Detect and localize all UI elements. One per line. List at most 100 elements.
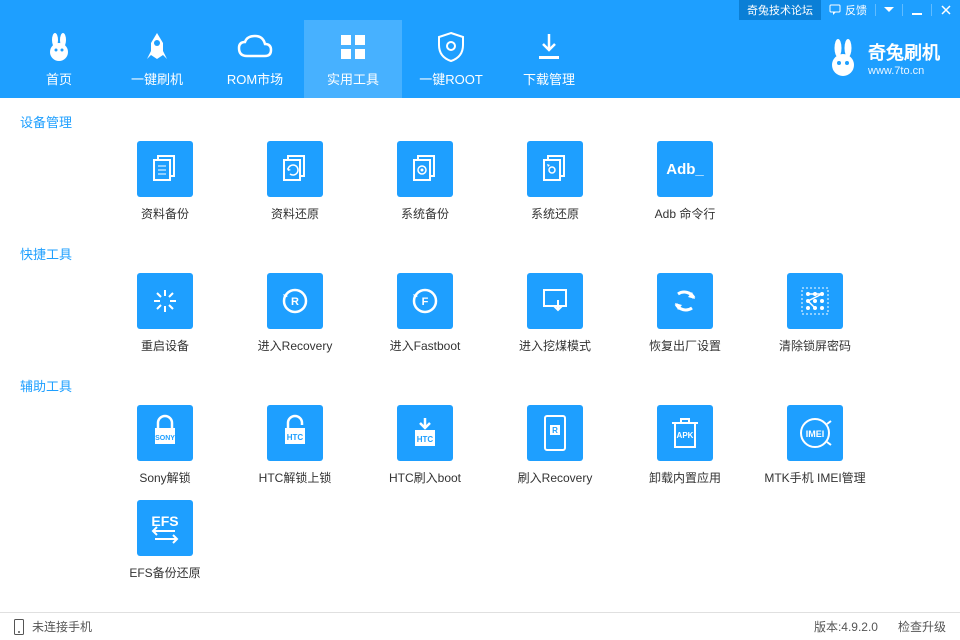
nav-label: 下载管理 (523, 69, 575, 88)
svg-text:HTC: HTC (287, 433, 304, 442)
download-icon (535, 31, 563, 63)
nav-home[interactable]: 首页 (10, 20, 108, 98)
svg-text:EFS: EFS (151, 513, 178, 529)
tool-htc-unlock[interactable]: HTC HTC解锁上锁 (230, 405, 360, 486)
monitor-down-icon (527, 273, 583, 329)
tool-label: EFS备份还原 (129, 564, 200, 581)
tool-label: 系统备份 (401, 205, 449, 222)
gear-restore-icon (527, 141, 583, 197)
feedback-label: 反馈 (845, 2, 867, 18)
documents-icon (137, 141, 193, 197)
tool-label: 清除锁屏密码 (779, 337, 851, 354)
svg-text:R: R (552, 426, 558, 435)
grid-icon (339, 31, 367, 63)
tool-label: 恢复出厂设置 (649, 337, 721, 354)
section-title: 辅助工具 (20, 376, 940, 395)
brand-rabbit-icon (826, 38, 860, 78)
tool-label: 系统还原 (531, 205, 579, 222)
cycle-icon (657, 273, 713, 329)
nav-label: 首页 (46, 69, 72, 88)
tool-label: HTC解锁上锁 (259, 469, 332, 486)
tool-label: 进入Recovery (258, 337, 333, 354)
tool-htc-boot[interactable]: HTC HTC刷入boot (360, 405, 490, 486)
section-aux: 辅助工具 SONY Sony解锁 HTC HTC解锁上锁 HTC HTC刷入bo… (20, 376, 940, 595)
dropdown-button[interactable] (876, 0, 902, 20)
svg-text:F: F (422, 296, 429, 308)
tool-system-restore[interactable]: 系统还原 (490, 141, 620, 222)
tool-clear-lock[interactable]: 清除锁屏密码 (750, 273, 880, 354)
tool-factory-reset[interactable]: 恢复出厂设置 (620, 273, 750, 354)
version-label: 版本:4.9.2.0 (814, 618, 878, 635)
brand-url: www.7to.cn (868, 65, 924, 77)
nav-tools[interactable]: 实用工具 (304, 20, 402, 98)
svg-text:APK: APK (677, 431, 694, 440)
statusbar: 未连接手机 版本:4.9.2.0 检查升级 (0, 612, 960, 640)
tool-fastboot[interactable]: F 进入Fastboot (360, 273, 490, 354)
tool-system-backup[interactable]: 系统备份 (360, 141, 490, 222)
tool-data-restore[interactable]: 资料还原 (230, 141, 360, 222)
minimize-icon (911, 4, 923, 16)
tool-label: 卸载内置应用 (649, 469, 721, 486)
tool-label: 进入挖煤模式 (519, 337, 591, 354)
tool-uninstall-apps[interactable]: APK 卸载内置应用 (620, 405, 750, 486)
nav-download[interactable]: 下载管理 (500, 20, 598, 98)
tool-efs[interactable]: EFS EFS备份还原 (100, 500, 230, 581)
cloud-icon (237, 31, 273, 63)
phone-r-icon: R (527, 405, 583, 461)
content: 设备管理 资料备份 资料还原 系统备份 系统还原 Adb_ Adb 命令行 (0, 98, 960, 612)
tool-sony-unlock[interactable]: SONY Sony解锁 (100, 405, 230, 486)
feedback-icon (829, 4, 841, 16)
nav-label: ROM市场 (227, 69, 283, 88)
htc-lock-icon: HTC (267, 405, 323, 461)
efs-icon: EFS (137, 500, 193, 556)
section-title: 设备管理 (20, 112, 940, 131)
tool-data-backup[interactable]: 资料备份 (100, 141, 230, 222)
imei-icon: IMEI (787, 405, 843, 461)
documents-restore-icon (267, 141, 323, 197)
rocket-icon (143, 31, 171, 63)
svg-text:HTC: HTC (417, 435, 434, 444)
nav-rom[interactable]: ROM市场 (206, 20, 304, 98)
svg-text:IMEI: IMEI (806, 429, 825, 439)
htc-flash-icon: HTC (397, 405, 453, 461)
tool-coal-mode[interactable]: 进入挖煤模式 (490, 273, 620, 354)
tool-label: 资料备份 (141, 205, 189, 222)
tool-adb[interactable]: Adb_ Adb 命令行 (620, 141, 750, 222)
svg-text:R: R (291, 296, 299, 308)
tool-reboot[interactable]: 重启设备 (100, 273, 230, 354)
section-title: 快捷工具 (20, 244, 940, 263)
trash-apk-icon: APK (657, 405, 713, 461)
shield-icon (437, 31, 465, 63)
connection-status: 未连接手机 (32, 618, 92, 635)
forum-button[interactable]: 奇兔技术论坛 (739, 0, 821, 20)
tool-imei[interactable]: IMEI MTK手机 IMEI管理 (750, 405, 880, 486)
nav-flash[interactable]: 一键刷机 (108, 20, 206, 98)
phone-icon (14, 619, 24, 635)
nav-label: 一键刷机 (131, 69, 183, 88)
burst-icon (137, 273, 193, 329)
tool-recovery[interactable]: R 进入Recovery (230, 273, 360, 354)
chevron-down-icon (884, 7, 894, 13)
tool-label: 进入Fastboot (390, 337, 461, 354)
check-update-button[interactable]: 检查升级 (898, 618, 946, 635)
tool-flash-recovery[interactable]: R 刷入Recovery (490, 405, 620, 486)
brand-title: 奇兔刷机 (868, 39, 940, 65)
tool-label: Sony解锁 (139, 469, 190, 486)
titlebar: 奇兔技术论坛 反馈 (0, 0, 960, 20)
rabbit-icon (44, 31, 74, 63)
tool-label: 重启设备 (141, 337, 189, 354)
section-quick: 快捷工具 重启设备 R 进入Recovery F 进入Fastboot 进入挖煤… (20, 244, 940, 368)
pattern-icon (787, 273, 843, 329)
feedback-button[interactable]: 反馈 (821, 0, 875, 20)
tool-label: 刷入Recovery (518, 469, 593, 486)
nav-root[interactable]: 一键ROOT (402, 20, 500, 98)
nav-label: 实用工具 (327, 69, 379, 88)
svg-text:SONY: SONY (155, 435, 175, 442)
gear-doc-icon (397, 141, 453, 197)
tool-label: 资料还原 (271, 205, 319, 222)
minimize-button[interactable] (903, 0, 931, 20)
sony-lock-icon: SONY (137, 405, 193, 461)
adb-icon: Adb_ (657, 141, 713, 197)
close-button[interactable] (932, 0, 960, 20)
tool-label: Adb 命令行 (655, 205, 716, 222)
